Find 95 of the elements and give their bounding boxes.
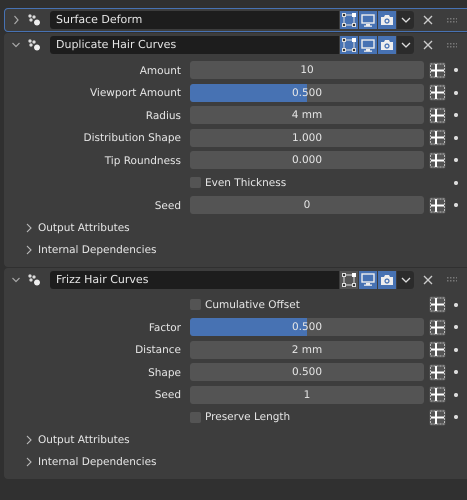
edit-toggle[interactable] bbox=[340, 270, 358, 288]
monitor-icon bbox=[361, 38, 375, 52]
chevron-down-icon bbox=[400, 276, 410, 282]
name-field[interactable]: Duplicate Hair Curves bbox=[50, 36, 339, 54]
grip-icon[interactable] bbox=[447, 277, 457, 282]
chevron-icon[interactable] bbox=[12, 40, 20, 50]
number-field[interactable]: 2 mm bbox=[190, 340, 424, 359]
field-label: Radius bbox=[146, 110, 181, 122]
vertex-square-icon bbox=[342, 13, 356, 27]
dots-icon bbox=[27, 39, 41, 51]
chevron-icon[interactable] bbox=[26, 222, 32, 233]
number-field[interactable]: 0.500 bbox=[190, 363, 424, 382]
dot-icon[interactable] bbox=[454, 113, 458, 118]
dot-icon[interactable] bbox=[454, 90, 458, 95]
dots-icon bbox=[27, 274, 41, 286]
dropdown-button[interactable] bbox=[397, 270, 414, 288]
table-icon[interactable] bbox=[429, 106, 446, 124]
close-icon[interactable] bbox=[423, 40, 433, 50]
chevron-icon[interactable] bbox=[26, 457, 32, 468]
chevron-icon[interactable] bbox=[26, 434, 32, 445]
vertex-square-icon bbox=[342, 272, 356, 286]
dot-icon[interactable] bbox=[454, 370, 458, 374]
dot-icon[interactable] bbox=[454, 136, 458, 140]
camera-icon bbox=[380, 39, 394, 51]
dropdown-button[interactable] bbox=[397, 11, 414, 29]
field-label: Factor bbox=[148, 322, 181, 334]
name-field[interactable]: Surface Deform bbox=[50, 11, 339, 29]
render-toggle[interactable] bbox=[378, 11, 396, 29]
camera-icon bbox=[380, 14, 394, 26]
table-icon[interactable] bbox=[429, 408, 446, 426]
dot-icon[interactable] bbox=[454, 325, 458, 330]
dots-icon bbox=[27, 14, 41, 26]
table-icon[interactable] bbox=[429, 341, 446, 358]
slider-field[interactable]: 0.500 bbox=[190, 318, 424, 336]
subpanel-title[interactable]: Output Attributes bbox=[38, 222, 130, 234]
dot-icon[interactable] bbox=[454, 68, 458, 72]
number-field[interactable]: 1 bbox=[190, 386, 424, 404]
field-label: Distance bbox=[135, 344, 181, 356]
viewport-toggle[interactable] bbox=[359, 270, 377, 288]
subpanel-title[interactable]: Internal Dependencies bbox=[38, 456, 157, 468]
camera-icon bbox=[380, 274, 394, 286]
viewport-toggle[interactable] bbox=[359, 36, 377, 54]
number-field[interactable]: 0.000 bbox=[190, 151, 424, 170]
dot-icon[interactable] bbox=[454, 302, 458, 307]
render-toggle[interactable] bbox=[378, 36, 396, 54]
number-field[interactable]: 4 mm bbox=[190, 106, 424, 124]
vertex-square-icon bbox=[342, 38, 356, 52]
table-icon[interactable] bbox=[429, 196, 446, 214]
chevron-icon[interactable] bbox=[26, 245, 32, 256]
table-icon[interactable] bbox=[429, 129, 446, 146]
checkbox-label: Even Thickness bbox=[205, 176, 286, 189]
dot-icon[interactable] bbox=[454, 203, 458, 208]
field-label: Distribution Shape bbox=[84, 132, 181, 144]
grip-icon[interactable] bbox=[447, 18, 457, 22]
chevron-down-icon bbox=[400, 17, 410, 23]
subpanel-title[interactable]: Output Attributes bbox=[38, 434, 130, 446]
name-field[interactable]: Frizz Hair Curves bbox=[50, 270, 339, 288]
table-icon[interactable] bbox=[429, 62, 446, 79]
edit-toggle[interactable] bbox=[340, 11, 358, 29]
number-field[interactable]: 1.000 bbox=[190, 128, 424, 147]
subpanel-title[interactable]: Internal Dependencies bbox=[38, 244, 157, 256]
checkbox-label: Cumulative Offset bbox=[205, 298, 300, 311]
edit-toggle[interactable] bbox=[340, 36, 358, 54]
table-icon[interactable] bbox=[429, 364, 446, 381]
dot-icon[interactable] bbox=[454, 415, 458, 420]
number-field[interactable]: 10 bbox=[190, 61, 424, 80]
grip-icon[interactable] bbox=[447, 42, 457, 48]
table-icon[interactable] bbox=[429, 386, 446, 404]
number-field[interactable]: 0 bbox=[190, 196, 424, 214]
chevron-icon[interactable] bbox=[12, 274, 20, 284]
close-icon[interactable] bbox=[423, 274, 433, 284]
field-label: Amount bbox=[140, 64, 181, 77]
render-toggle[interactable] bbox=[378, 270, 396, 288]
dot-icon[interactable] bbox=[454, 392, 458, 397]
monitor-icon bbox=[361, 14, 375, 26]
chevron-icon[interactable] bbox=[12, 15, 20, 25]
monitor-icon bbox=[361, 273, 375, 286]
viewport-toggle[interactable] bbox=[359, 11, 377, 29]
table-icon[interactable] bbox=[429, 296, 446, 314]
field-label: Tip Roundness bbox=[104, 154, 181, 167]
table-icon[interactable] bbox=[429, 318, 446, 336]
field-label: Seed bbox=[154, 200, 181, 212]
field-label: Viewport Amount bbox=[90, 87, 181, 100]
dropdown-button[interactable] bbox=[397, 36, 414, 54]
slider-field[interactable]: 0.500 bbox=[190, 84, 424, 102]
dot-icon[interactable] bbox=[454, 348, 458, 352]
dot-icon[interactable] bbox=[454, 158, 458, 162]
field-label: Seed bbox=[154, 389, 181, 402]
field-label: Shape bbox=[148, 366, 181, 379]
close-icon[interactable] bbox=[423, 15, 433, 25]
table-icon[interactable] bbox=[429, 84, 446, 102]
checkbox-label: Preserve Length bbox=[205, 411, 290, 424]
chevron-down-icon bbox=[400, 42, 410, 48]
table-icon[interactable] bbox=[429, 152, 446, 169]
dot-icon[interactable] bbox=[454, 180, 458, 185]
